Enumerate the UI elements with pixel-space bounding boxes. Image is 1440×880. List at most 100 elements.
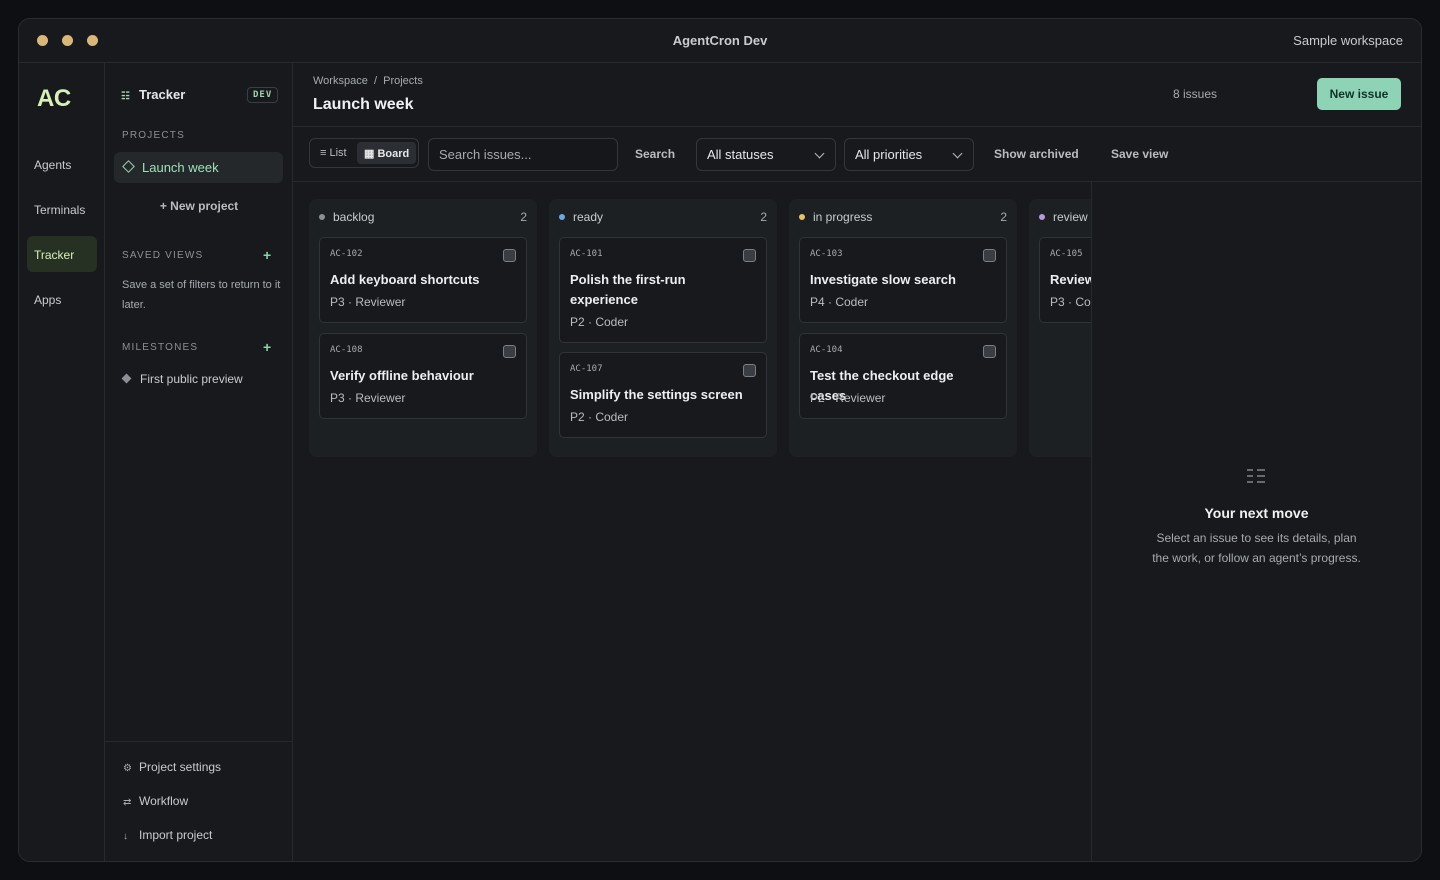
empty-state-title: Your next move [1204, 505, 1309, 521]
tracker-sidebar: ☷ Tracker DEV PROJECTS Launch week + New … [105, 63, 293, 861]
window-title: AgentCron Dev [672, 33, 768, 48]
chevron-down-icon [814, 148, 825, 159]
issue-card[interactable]: AC-108 Verify offline behaviour P3 · Rev… [319, 333, 527, 419]
issue-meta: P3 · Reviewer [330, 391, 406, 405]
main-panel: Workspace / Projects Launch week 8 issue… [293, 63, 1421, 861]
list-view-button[interactable]: ≡ List [314, 142, 352, 164]
issue-meta: P3 · Reviewer [330, 295, 406, 309]
toolbar: ≡ List ▦ Board Search All statuses All p… [293, 126, 1421, 182]
sidebar-footer: ⚙ Project settings ⇄ Workflow ↓ Import proj… [105, 741, 293, 842]
issue-count: 8 issues [1172, 87, 1217, 101]
list-icon: ≡ [320, 147, 327, 159]
column-review: review AC-105 Review P3 · Co [1029, 199, 1091, 457]
column-title: backlog [333, 210, 375, 224]
app-rail: AC Agents Terminals Tracker Apps [19, 63, 105, 861]
issue-id: AC-104 [810, 345, 843, 355]
breadcrumb-separator: / [370, 75, 381, 87]
import-icon: ↓ [123, 831, 128, 842]
issue-checkbox[interactable] [503, 249, 516, 262]
priority-filter-select[interactable]: All priorities [844, 138, 974, 171]
import-project-link[interactable]: ↓ Import project [123, 828, 212, 842]
tracker-icon: ☷ [121, 91, 130, 102]
search-input[interactable] [428, 138, 618, 171]
issue-checkbox[interactable] [983, 345, 996, 358]
column-count: 2 [760, 210, 767, 224]
status-dot-icon [1039, 214, 1045, 220]
issue-id: AC-108 [330, 345, 363, 355]
issue-id: AC-105 [1050, 249, 1083, 259]
column-count: 2 [1000, 210, 1007, 224]
workflow-link[interactable]: ⇄ Workflow [123, 794, 188, 808]
dev-badge: DEV [247, 87, 279, 103]
page-title: Launch week [313, 96, 414, 113]
column-ready: ready 2 AC-101 Polish the first-run expe… [549, 199, 777, 457]
search-button[interactable]: Search [635, 147, 675, 161]
column-title: review [1053, 210, 1088, 224]
column-title: ready [573, 210, 604, 224]
app-logo: AC [37, 85, 71, 112]
saved-views-empty-text: Save a set of filters to return to it la… [122, 279, 281, 311]
import-project-label: Import project [139, 828, 213, 842]
issue-title: Add keyboard shortcuts [330, 272, 480, 287]
view-toggle: ≡ List ▦ Board [309, 138, 419, 168]
workflow-icon: ⇄ [123, 797, 132, 808]
issue-checkbox[interactable] [743, 364, 756, 377]
new-project-button[interactable]: + New project [105, 199, 293, 213]
sidebar-item-launch-week[interactable]: Launch week [114, 152, 283, 183]
status-filter-value: All statuses [707, 147, 774, 162]
empty-state-text: Select an issue to see its details, plan… [1152, 531, 1361, 565]
column-count: 2 [520, 210, 527, 224]
issue-card[interactable]: AC-102 Add keyboard shortcuts P3 · Revie… [319, 237, 527, 323]
gear-icon: ⚙ [123, 763, 132, 774]
milestone-item[interactable]: First public preview [121, 372, 243, 386]
column-header: in progress [799, 210, 872, 224]
title-bar: AgentCron Dev Sample workspace [19, 19, 1421, 63]
issue-meta: P4 · Coder [810, 295, 869, 309]
rail-item-tracker[interactable]: Tracker [27, 236, 97, 272]
status-dot-icon [319, 214, 325, 220]
project-settings-link[interactable]: ⚙ Project settings [123, 760, 221, 774]
breadcrumb: Workspace / Projects [313, 75, 423, 87]
priority-filter-value: All priorities [855, 147, 923, 162]
issue-checkbox[interactable] [503, 345, 516, 358]
add-saved-view-icon[interactable]: + [263, 247, 271, 263]
status-dot-icon [799, 214, 805, 220]
board-view-button[interactable]: ▦ Board [357, 142, 416, 164]
column-title: in progress [813, 210, 873, 224]
issue-id: AC-101 [570, 249, 603, 259]
rail-item-apps[interactable]: Apps [27, 281, 97, 317]
issue-title: Polish the first-run experience [570, 272, 686, 307]
workspace-switcher[interactable]: Sample workspace [1293, 33, 1403, 48]
issue-id: AC-102 [330, 249, 363, 259]
issue-detail-panel: Your next move Select an issue to see it… [1091, 182, 1421, 861]
status-filter-select[interactable]: All statuses [696, 138, 836, 171]
rail-item-terminals[interactable]: Terminals [27, 191, 97, 227]
issue-checkbox[interactable] [983, 249, 996, 262]
show-archived-button[interactable]: Show archived [994, 147, 1079, 161]
issue-card[interactable]: AC-104 Test the checkout edge cases P2 ·… [799, 333, 1007, 419]
issue-meta: P3 · Co [1050, 295, 1091, 309]
workflow-label: Workflow [139, 794, 189, 808]
breadcrumb-workspace[interactable]: Workspace [313, 75, 368, 87]
issue-title: Investigate slow search [810, 272, 956, 287]
status-dot-icon [559, 214, 565, 220]
issue-card[interactable]: AC-107 Simplify the settings screen P2 ·… [559, 352, 767, 438]
add-milestone-icon[interactable]: + [263, 339, 271, 355]
issue-meta: P2 · Coder [570, 410, 629, 424]
new-issue-button[interactable]: New issue [1317, 78, 1401, 110]
issue-card[interactable]: AC-101 Polish the first-run experience P… [559, 237, 767, 343]
list-view-label: List [329, 147, 347, 159]
milestone-label: First public preview [140, 372, 243, 386]
save-view-button[interactable]: Save view [1111, 147, 1168, 161]
breadcrumb-projects[interactable]: Projects [383, 75, 423, 87]
issue-card[interactable]: AC-103 Investigate slow search P4 · Code… [799, 237, 1007, 323]
issue-checkbox[interactable] [743, 249, 756, 262]
project-diamond-icon [122, 160, 135, 173]
issue-card[interactable]: AC-105 Review P3 · Co [1039, 237, 1091, 323]
project-settings-label: Project settings [139, 760, 222, 774]
kanban-board: backlog 2 AC-102 Add keyboard shortcuts … [293, 182, 1091, 861]
column-backlog: backlog 2 AC-102 Add keyboard shortcuts … [309, 199, 537, 457]
issue-id: AC-103 [810, 249, 843, 259]
milestone-diamond-icon [121, 373, 132, 384]
rail-item-agents[interactable]: Agents [27, 146, 97, 182]
